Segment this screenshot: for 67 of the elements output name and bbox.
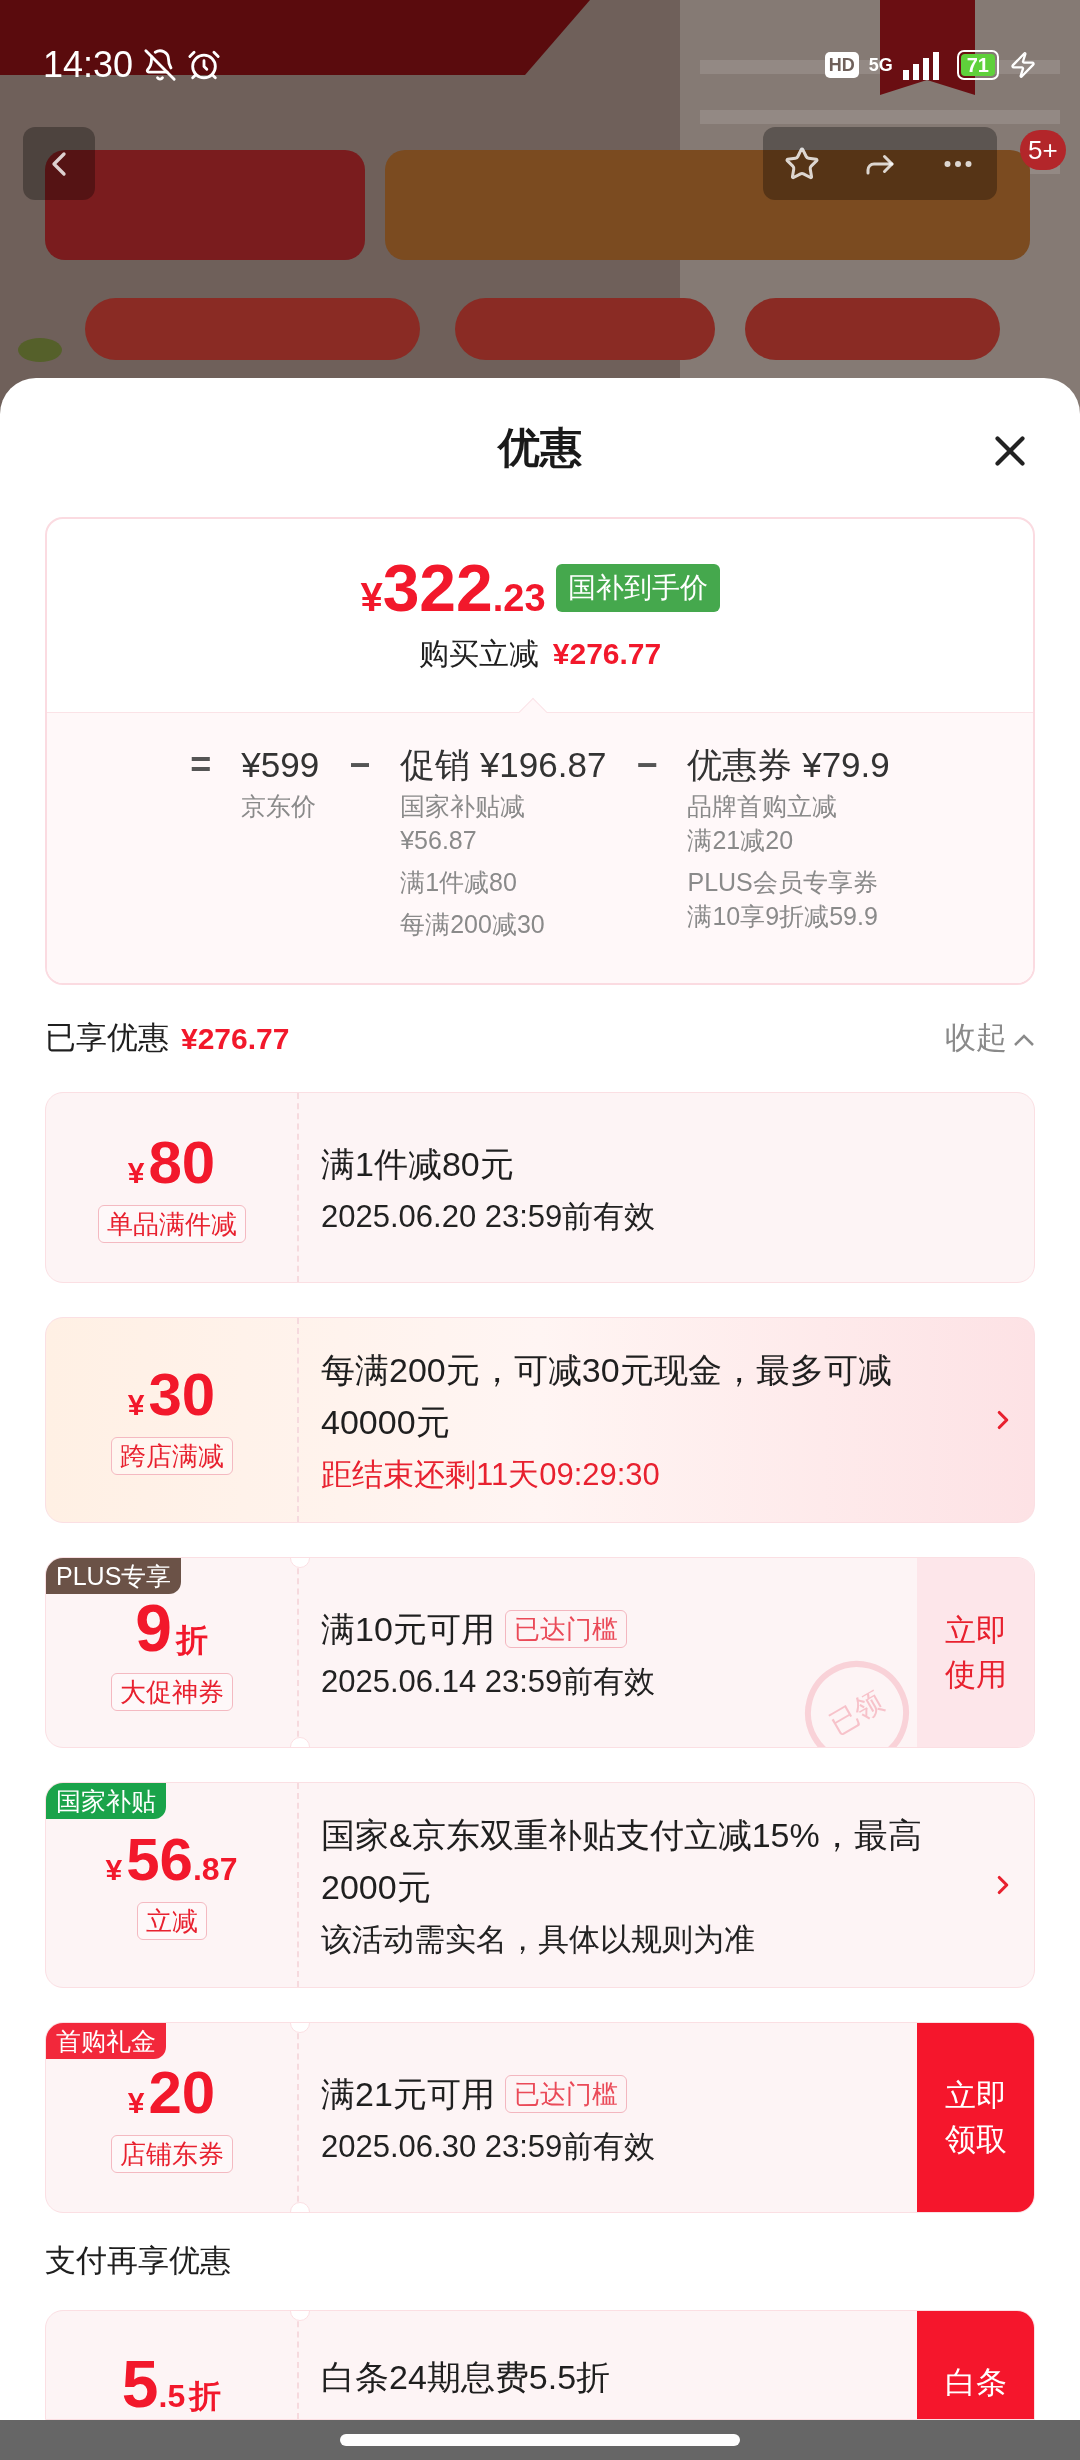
breakdown-detail-value: ¥56.87	[400, 825, 478, 856]
coupon-type-label: 立减	[136, 1902, 207, 1940]
countdown-text: 距结束还剩11天09:29:30	[321, 1456, 661, 1494]
coupon-amount: ¥56.87	[105, 1830, 238, 1890]
coupon-detail: 该活动需实名，具体以规则为准	[321, 1921, 756, 1959]
operator-sign: =	[190, 743, 212, 787]
operator-sign: −	[636, 743, 658, 787]
coupon-type-label: 店铺东券	[110, 2134, 233, 2173]
coupon-tag: 首购礼金	[46, 2023, 166, 2059]
back-button[interactable]	[23, 127, 95, 200]
coupon-action-button[interactable]: 白条	[917, 2311, 1034, 2419]
breakdown-detail-value: 满10享9折减59.9	[687, 901, 879, 932]
price-badge: 国补到手价	[555, 564, 720, 612]
coupon-title: 满10元可用	[321, 1608, 495, 1650]
coupon-detail: 2025.06.14 23:59前有效	[321, 1662, 657, 1701]
coupon-amount: 5.5折	[121, 2351, 222, 2417]
enjoyed-amount: ¥276.77	[181, 1021, 290, 1057]
coupon-title: 满21元可用	[321, 2073, 495, 2115]
battery-indicator: 71	[956, 50, 999, 80]
breakdown-detail: 国家补贴减	[400, 791, 527, 822]
coupon-action-button[interactable]: 立即使用	[917, 1558, 1034, 1747]
coupon-title: 满1件减80元	[321, 1143, 514, 1185]
coupon-amount: ¥30	[127, 1365, 216, 1425]
bell-off-icon	[143, 48, 178, 82]
enjoyed-label: 已享优惠	[45, 1019, 169, 1058]
breakdown-detail: 品牌首购立减	[687, 791, 839, 822]
breakdown-detail: 满1件减80	[400, 867, 518, 898]
breakdown-amount: 促销 ¥196.87	[400, 744, 607, 786]
coupon-type-label: 单品满件减	[97, 1204, 246, 1243]
coupon-title: 白条24期息费5.5折	[321, 2357, 611, 2398]
coupon-card[interactable]: 国家补贴 ¥56.87 立减 国家&京东双重补贴支付立减15%，最高2000元 该活动需实名，具体以规则为准	[45, 1782, 1035, 1988]
hd-indicator: HD	[824, 52, 859, 78]
reduce-amount: ¥276.77	[552, 636, 662, 672]
coupon-detail: 2025.06.20 23:59前有效	[321, 1197, 657, 1236]
coupon-type-label: 大促神券	[110, 1672, 233, 1711]
alarm-icon	[187, 48, 222, 82]
sheet-title: 优惠	[498, 423, 582, 473]
coupon-card[interactable]: 首购礼金 ¥20 店铺东券 满21元可用 已达门槛 2025.06.30 23:59前有效 立即领取	[45, 2022, 1035, 2213]
coupon-card[interactable]: ¥80 单品满件减 满1件减80元 2025.06.20 23:59前有效	[45, 1092, 1035, 1283]
coupon-tag: 国家补贴	[46, 1783, 166, 1819]
breakdown-detail-value: 满21减20	[687, 825, 795, 856]
reduce-label: 购买立减	[418, 636, 539, 672]
threshold-badge: 已达门槛	[504, 2074, 627, 2113]
coupon-detail: 2025.06.30 23:59前有效	[321, 2127, 657, 2166]
coupon-title: 国家&京东双重补贴支付立减15%，最高2000元	[321, 1815, 923, 1908]
breakdown-detail: 京东价	[241, 791, 318, 822]
coupon-action-button[interactable]: 立即领取	[917, 2023, 1034, 2212]
coupon-amount: ¥80	[127, 1132, 216, 1193]
coupon-card[interactable]: ¥30 跨店满减 每满200元，可减30元现金，最多可减40000元 距结束还剩11天09:29:30	[45, 1317, 1035, 1523]
star-icon[interactable]	[784, 145, 820, 182]
status-time: 14:30	[43, 47, 134, 83]
network-indicator: 5G	[868, 56, 893, 74]
coupon-title: 每满200元，可减30元现金，最多可减40000元	[321, 1350, 893, 1443]
coupon-amount: ¥20	[127, 2062, 216, 2123]
breakdown-detail: PLUS会员专享券	[687, 867, 879, 898]
coupon-tag: PLUS专享	[46, 1558, 182, 1594]
breakdown-amount: ¥599	[241, 744, 320, 786]
breakdown-detail: 每满200减30	[400, 909, 546, 940]
coupon-card[interactable]: 5.5折 白条24期息费5.5折 白条	[45, 2310, 1035, 2420]
threshold-badge: 已达门槛	[504, 1609, 627, 1648]
coupon-type-label: 跨店满减	[110, 1437, 233, 1475]
section-title: 支付再享优惠	[45, 2242, 231, 2281]
final-price: ¥322.23	[360, 555, 546, 621]
breakdown-amount: 优惠券 ¥79.9	[687, 744, 890, 786]
operator-sign: −	[349, 743, 371, 787]
charging-icon	[1009, 51, 1037, 79]
coupon-amount: 9折	[135, 1594, 208, 1661]
